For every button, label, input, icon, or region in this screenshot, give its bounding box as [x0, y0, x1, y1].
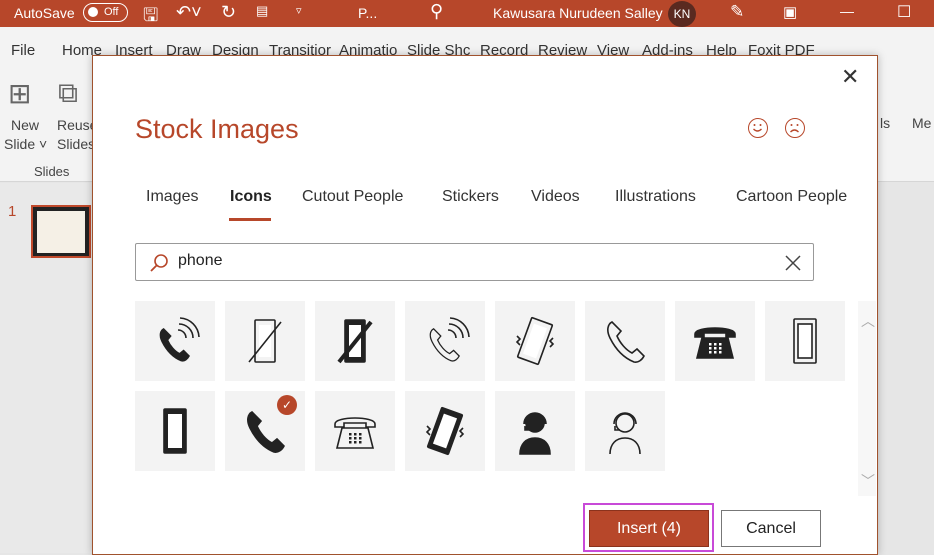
- new-slide-label-2[interactable]: Slide ˅: [4, 136, 47, 152]
- scroll-down-icon[interactable]: ﹀: [861, 471, 875, 491]
- icon-tile[interactable]: [675, 301, 755, 381]
- user-name: Kawusara Nurudeen Salley: [493, 5, 663, 21]
- ribbon-display-icon[interactable]: ▣: [783, 3, 797, 21]
- ribbon-tab-file[interactable]: File: [11, 42, 35, 59]
- scrollbar[interactable]: ︿ ﹀: [858, 301, 876, 496]
- dialog-title: Stock Images: [135, 114, 299, 144]
- icon-tile[interactable]: [315, 301, 395, 381]
- tab-videos[interactable]: Videos: [531, 188, 580, 206]
- search-input[interactable]: [178, 252, 758, 270]
- stock-images-dialog: ✕ Stock Images Images Icons Cutout People S…: [92, 55, 878, 555]
- ribbon-partial-label: ls: [880, 115, 891, 131]
- search-icon[interactable]: ⚲: [430, 1, 443, 22]
- icon-tile[interactable]: [585, 301, 665, 381]
- icon-tile[interactable]: ✓: [225, 391, 305, 471]
- minimize-icon[interactable]: —: [840, 3, 854, 19]
- mobile-vibrate-outline-icon: [515, 316, 555, 366]
- search-box: [135, 243, 814, 281]
- frown-feedback-icon[interactable]: [785, 118, 805, 138]
- slide-number: 1: [8, 203, 17, 220]
- cancel-button[interactable]: Cancel: [721, 510, 821, 547]
- desk-phone-filled-icon: [694, 327, 736, 359]
- autosave-toggle[interactable]: Off: [83, 3, 128, 22]
- tab-icons[interactable]: Icons: [230, 188, 272, 206]
- tab-cutout-people[interactable]: Cutout People: [302, 188, 403, 206]
- maximize-icon[interactable]: ☐: [897, 2, 911, 22]
- redo-icon[interactable]: ↻: [221, 2, 236, 23]
- slide-pane: 1: [0, 183, 92, 553]
- icon-tile[interactable]: [405, 301, 485, 381]
- icon-tile[interactable]: [765, 301, 845, 381]
- slide-thumbnail[interactable]: [31, 205, 91, 258]
- document-name: P...: [358, 5, 378, 21]
- insert-button[interactable]: Insert (4): [589, 510, 709, 547]
- reuse-slides-icon[interactable]: ⧉: [58, 77, 78, 110]
- tab-stickers[interactable]: Stickers: [442, 188, 499, 206]
- designer-icon[interactable]: ✎: [730, 2, 744, 22]
- icon-tile[interactable]: [585, 391, 665, 471]
- customize-icon[interactable]: ▿: [296, 4, 302, 17]
- tab-images[interactable]: Images: [146, 188, 198, 206]
- selected-check-icon: ✓: [277, 395, 297, 415]
- headset-user-outline-icon: [609, 412, 641, 455]
- mobile-vibrate-filled-icon: [425, 406, 465, 456]
- headset-user-filled-icon: [519, 412, 551, 455]
- pdf-icon[interactable]: ▤: [256, 3, 268, 19]
- icon-tile[interactable]: [135, 301, 215, 381]
- scroll-up-icon[interactable]: ︿: [861, 311, 875, 331]
- reuse-label-2[interactable]: Slides: [57, 136, 95, 152]
- new-slide-label[interactable]: New: [11, 117, 39, 133]
- icon-tile[interactable]: [405, 391, 485, 471]
- title-bar: AutoSave Off 🖫 ↶˅ ↻ ▤ ▿ P... ⚲ Kawusara …: [0, 0, 934, 27]
- undo-icon[interactable]: ↶˅: [176, 2, 202, 23]
- icon-tile[interactable]: [495, 391, 575, 471]
- phone-ringing-outline-icon: [429, 317, 470, 362]
- icon-tile[interactable]: [225, 301, 305, 381]
- avatar[interactable]: KN: [668, 1, 696, 27]
- phone-ringing-icon: [159, 317, 200, 362]
- clear-search-icon[interactable]: [784, 254, 802, 272]
- icon-tile[interactable]: [315, 391, 395, 471]
- desk-phone-outline-icon: [334, 417, 376, 449]
- mobile-off-filled-icon: [337, 319, 373, 364]
- mobile-filled-icon: [163, 408, 187, 454]
- phone-handset-outline-icon: [607, 321, 645, 363]
- icon-tile[interactable]: [495, 301, 575, 381]
- smiley-feedback-icon[interactable]: [748, 118, 768, 138]
- close-icon[interactable]: ✕: [841, 64, 859, 90]
- mobile-off-outline-icon: [248, 319, 282, 363]
- media-label[interactable]: Me: [912, 115, 931, 131]
- new-slide-icon[interactable]: ⊞: [8, 77, 31, 110]
- icon-tile[interactable]: [135, 391, 215, 471]
- tab-illustrations[interactable]: Illustrations: [615, 188, 696, 206]
- search-icon: [150, 254, 168, 272]
- slides-group-label: Slides: [34, 164, 70, 179]
- autosave-label: AutoSave: [14, 5, 75, 21]
- tab-cartoon-people[interactable]: Cartoon People: [736, 188, 847, 206]
- active-tab-indicator: [229, 218, 271, 221]
- mobile-outline-icon: [793, 318, 817, 364]
